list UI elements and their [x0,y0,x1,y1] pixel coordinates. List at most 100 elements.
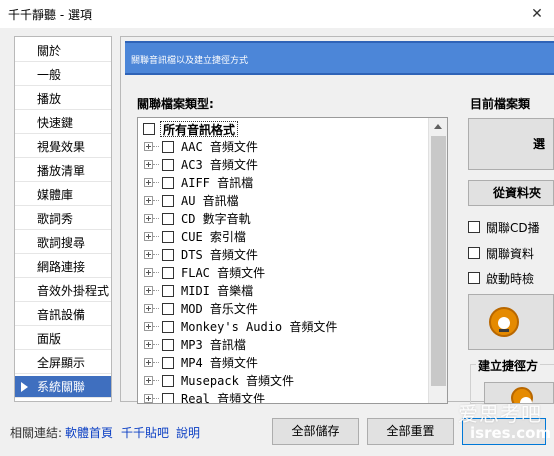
tree-item[interactable]: MOD 音乐文件 [138,300,428,318]
checkbox[interactable] [162,231,174,243]
tree-item[interactable]: AIFF 音訊檔 [138,174,428,192]
expand-icon[interactable] [144,304,153,313]
sidebar-item-label: 歌詞秀 [37,212,74,226]
assoc-folder-check[interactable]: 關聯資料 [468,244,554,262]
expand-icon[interactable] [144,160,153,169]
tree-item[interactable]: AAC 音頻文件 [138,138,428,156]
checkbox[interactable] [468,247,480,259]
sidebar-item-network[interactable]: 網路連接 [15,256,111,278]
watermark-text: 爱思考吧 [458,402,542,426]
tree-item[interactable]: CD 數字音軌 [138,210,428,228]
scroll-thumb[interactable] [431,136,446,386]
checkbox[interactable] [162,267,174,279]
sidebar-item-general[interactable]: 一般 [15,64,111,86]
link-help[interactable]: 說明 [176,424,200,441]
sidebar-item-visual-effects[interactable]: 視覺效果 [15,136,111,158]
check-label: 關聯資料 [486,247,535,261]
sidebar-item-lyrics-show[interactable]: 歌詞秀 [15,208,111,230]
link-forum[interactable]: 千千貼吧 [121,424,169,441]
sidebar-item-fullscreen[interactable]: 全屏顯示 [15,352,111,374]
sidebar-item-media-library[interactable]: 媒體庫 [15,184,111,206]
expand-icon[interactable] [144,286,153,295]
checkbox[interactable] [162,393,174,403]
expand-icon[interactable] [144,340,153,349]
checkbox[interactable] [162,249,174,261]
tree-item[interactable]: DTS 音頻文件 [138,246,428,264]
sidebar-item-label: 媒體庫 [37,188,74,202]
checkbox[interactable] [162,141,174,153]
checkbox[interactable] [468,221,480,233]
checkbox[interactable] [162,357,174,369]
expand-icon[interactable] [144,142,153,151]
sidebar-item-label: 音訊設備 [37,308,86,322]
tree-item[interactable]: Monkey's Audio 音頻文件 [138,318,428,336]
expand-icon[interactable] [144,232,153,241]
expand-icon[interactable] [144,394,153,403]
select-button[interactable]: 選 [468,118,554,170]
tree-item-label: AAC 音頻文件 [181,140,258,154]
tree-item[interactable]: Real 音頻文件 [138,390,428,403]
sidebar-item-effect-plugins[interactable]: 音效外掛程式 [15,280,111,302]
checkbox[interactable] [162,195,174,207]
tree-item[interactable]: FLAC 音頻文件 [138,264,428,282]
checkbox[interactable] [162,285,174,297]
sidebar-item-label: 面版 [37,332,62,346]
reset-all-button[interactable]: 全部重置 [367,418,454,445]
tree-scrollbar[interactable] [428,118,447,403]
expand-icon[interactable] [144,250,153,259]
sidebar-item-file-association[interactable]: 系統關聯 [15,376,111,398]
tree-root-all-formats[interactable]: 所有音訊格式 [138,120,428,138]
checkbox[interactable] [162,321,174,333]
tree-item[interactable]: MP3 音訊檔 [138,336,428,354]
from-folder-button[interactable]: 從資料夾 [468,180,554,206]
tree-item-label: DTS 音頻文件 [181,248,258,262]
tree-item[interactable]: AU 音訊檔 [138,192,428,210]
checkbox[interactable] [468,272,480,284]
tree-connector [153,362,159,363]
startup-check[interactable]: 啟動時檢 [468,269,554,287]
player-shortcut-button[interactable] [468,294,554,350]
tree-item[interactable]: CUE 索引檔 [138,228,428,246]
checkbox[interactable] [162,375,174,387]
expand-icon[interactable] [144,178,153,187]
player-icon [489,307,519,337]
sidebar-item-playlist[interactable]: 播放清單 [15,160,111,182]
sidebar-item-skin[interactable]: 面版 [15,328,111,350]
tree-item[interactable]: MP4 音頻文件 [138,354,428,372]
save-all-button[interactable]: 全部儲存 [272,418,359,445]
assoc-cd-check[interactable]: 關聯CD播 [468,218,554,236]
close-button[interactable]: ✕ [526,3,548,25]
expand-icon[interactable] [144,358,153,367]
expand-icon[interactable] [144,322,153,331]
expand-icon[interactable] [144,214,153,223]
scroll-up-arrow-icon[interactable] [429,118,448,135]
checkbox[interactable] [162,159,174,171]
save-all-label: 全部儲存 [291,424,340,438]
sidebar-item-audio-device[interactable]: 音訊設備 [15,304,111,326]
expand-icon[interactable] [144,196,153,205]
watermark-url: isres.com [470,424,552,442]
sidebar-item-about[interactable]: 關於 [15,40,111,62]
link-homepage[interactable]: 軟體首頁 [65,424,113,441]
tree-item[interactable]: Musepack 音頻文件 [138,372,428,390]
file-type-tree[interactable]: 所有音訊格式 AAC 音頻文件 AC3 音頻文件 AIFF 音訊檔 AU 音訊檔… [137,117,448,404]
checkbox[interactable] [143,123,155,135]
tree-connector [153,344,159,345]
checkbox[interactable] [162,177,174,189]
sidebar-item-hotkeys[interactable]: 快速鍵 [15,112,111,134]
checkbox[interactable] [162,213,174,225]
expand-icon[interactable] [144,376,153,385]
sidebar-item-playback[interactable]: 播放 [15,88,111,110]
tree-connector [153,380,159,381]
sidebar-item-lyrics-search[interactable]: 歌詞搜尋 [15,232,111,254]
sidebar-item-label: 播放 [37,92,62,106]
tree-item-label: MP3 音訊檔 [181,338,246,352]
expand-icon[interactable] [144,268,153,277]
tree-item[interactable]: AC3 音頻文件 [138,156,428,174]
tree-item[interactable]: MIDI 音樂檔 [138,282,428,300]
tree-item-label: FLAC 音頻文件 [181,266,266,280]
tree-connector [153,398,159,399]
tree-connector [153,164,159,165]
checkbox[interactable] [162,339,174,351]
checkbox[interactable] [162,303,174,315]
